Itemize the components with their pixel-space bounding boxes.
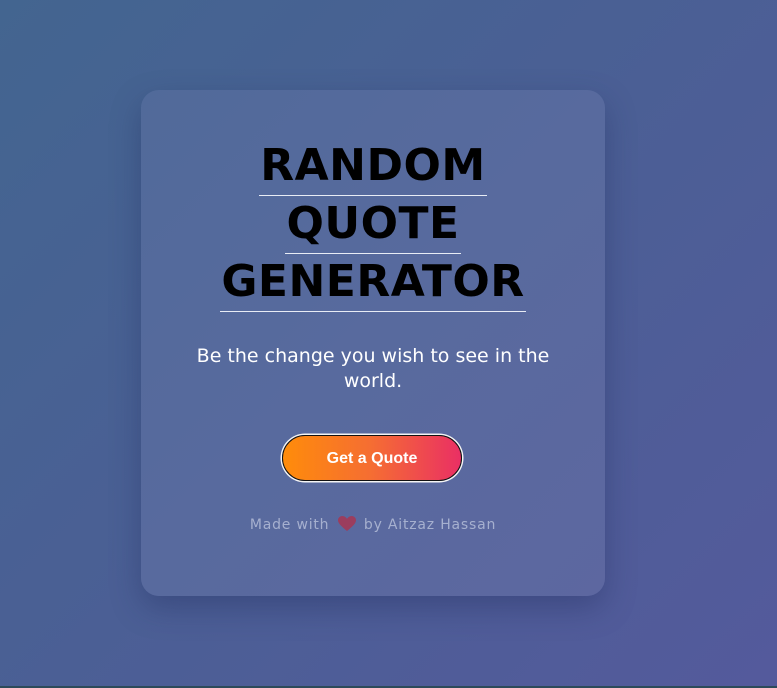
title-line-1: RANDOM [259, 140, 487, 196]
get-quote-button[interactable]: Get a Quote [282, 435, 462, 481]
page-title: RANDOM QUOTE GENERATOR [141, 140, 605, 314]
quote-card: RANDOM QUOTE GENERATOR Be the change you… [141, 90, 605, 596]
footer-prefix: Made with [249, 517, 330, 533]
title-line-3: GENERATOR [220, 256, 526, 312]
heart-icon [337, 516, 356, 532]
footer-credit: Made with by Aitzaz Hassan [141, 516, 605, 533]
footer-suffix: by Aitzaz Hassan [363, 517, 497, 533]
quote-text: Be the change you wish to see in the wor… [196, 345, 550, 392]
title-line-2: QUOTE [285, 198, 461, 254]
